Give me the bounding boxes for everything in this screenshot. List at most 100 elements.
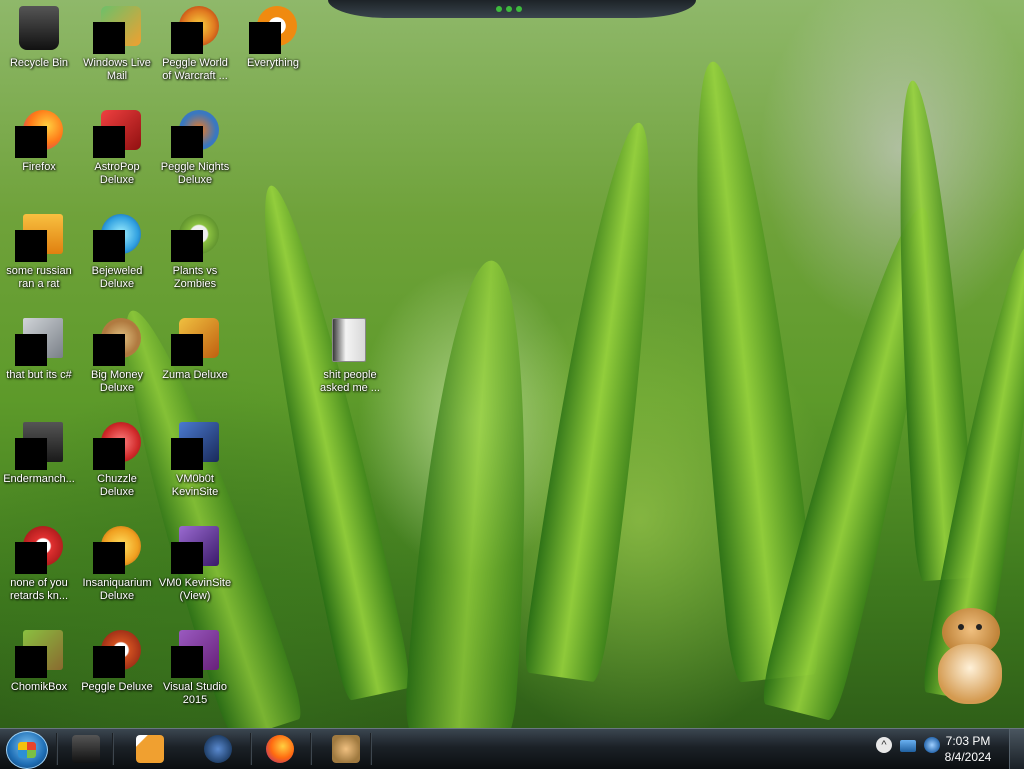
show-hidden-icons-chevron-icon[interactable]: ^ [876, 737, 892, 753]
desktop-icon-label: Plants vs Zombies [172, 265, 218, 290]
media-player-icon [136, 735, 164, 763]
taskbar-button-globe-app[interactable] [198, 731, 238, 767]
recycle-bin-icon [15, 6, 63, 54]
desktop-icon-big-money[interactable]: Big Money Deluxe [79, 312, 155, 412]
desktop-icon-label: some russian ran a rat [6, 265, 72, 290]
wallpaper-leaf [521, 117, 679, 683]
desktop-wallpaper: Recycle Bin Windows Live Mail Peggle Wor… [0, 0, 1024, 728]
desktop-icon-zuma[interactable]: Zuma Deluxe [157, 312, 233, 412]
desktop-icon-insaniquarium[interactable]: Insaniquarium Deluxe [79, 520, 155, 620]
astropop-icon [93, 110, 141, 158]
vs-view-icon [171, 526, 219, 574]
desktop-icon-everything[interactable]: Everything [235, 0, 311, 100]
taskbar-separator [112, 733, 114, 765]
desktop-icon-pvz[interactable]: Plants vs Zombies [157, 208, 233, 308]
desktop-icon-bejeweled[interactable]: Bejeweled Deluxe [79, 208, 155, 308]
chuzzle-icon [93, 422, 141, 470]
desktop-icon-label: Zuma Deluxe [162, 369, 228, 381]
desktop-icon-label: Windows Live Mail [83, 57, 151, 82]
show-desktop-button[interactable] [1009, 729, 1024, 769]
mail-icon [93, 6, 141, 54]
stacked-files-icon [15, 318, 63, 366]
desktop-icon-label: Big Money Deluxe [91, 369, 143, 394]
desktop-icon-label: Chuzzle Deluxe [97, 473, 137, 498]
desktop-icon-label: Endermanch... [3, 473, 75, 485]
firefox-icon [266, 735, 294, 763]
desktop-icon-windows-live-mail[interactable]: Windows Live Mail [79, 0, 155, 100]
desktop-icon-label: Peggle World of Warcraft ... [162, 57, 228, 82]
hamster-mascot[interactable] [930, 600, 1010, 708]
desktop-icon-label: Bejeweled Deluxe [91, 265, 143, 290]
desktop-icon-chuzzle[interactable]: Chuzzle Deluxe [79, 416, 155, 516]
taskbar-button-file-explorer[interactable] [66, 731, 106, 767]
desktop-icon-label: Insaniquarium Deluxe [82, 577, 152, 602]
peggle-nights-icon [171, 110, 219, 158]
everything-search-icon [249, 6, 297, 54]
desktop-icon-label: VM0 KevinSite (View) [158, 577, 232, 602]
insaniquarium-icon [93, 526, 141, 574]
globe-icon [204, 735, 232, 763]
desktop-icon-label: that but its c# [6, 369, 72, 381]
desktop-icon-visual-studio-2015[interactable]: Visual Studio 2015 [157, 624, 233, 724]
desktop-icon-label: VM0b0t KevinSite [171, 473, 219, 498]
gadget-dot [506, 6, 512, 12]
desktop-icon-label: none of you retards kn... [9, 577, 69, 602]
desktop-icon-label: Firefox [22, 161, 56, 173]
desktop-icon-label: shit people asked me ... [320, 369, 380, 394]
taskbar-button-media-player[interactable] [130, 731, 170, 767]
clock-time: 7:03 PM [945, 734, 991, 748]
desktop-icon-label: Visual Studio 2015 [162, 681, 227, 706]
big-money-icon [93, 318, 141, 366]
desktop-icon-that-but-its-csharp[interactable]: that but its c# [1, 312, 77, 412]
taskbar-separator [250, 733, 252, 765]
desktop-icon-chomikbox[interactable]: ChomikBox [1, 624, 77, 724]
taskbar: ^ 7:03 PM 8/4/2024 [0, 728, 1024, 769]
notification-area: ^ [876, 737, 940, 753]
desktop-icon-endermanch[interactable]: Endermanch... [1, 416, 77, 516]
clock-date: 8/4/2024 [944, 750, 992, 764]
desktop-icon-label: Peggle Deluxe [81, 681, 153, 693]
zuma-icon [171, 318, 219, 366]
desktop-icon-vm0-kevinsite-view[interactable]: VM0 KevinSite (View) [157, 520, 233, 620]
taskbar-button-chomikbox[interactable] [326, 731, 366, 767]
vm-site-icon [171, 422, 219, 470]
desktop-icon-peggle-nights[interactable]: Peggle Nights Deluxe [157, 104, 233, 204]
desktop-icon-label: Recycle Bin [9, 57, 69, 69]
peggle-deluxe-icon [93, 630, 141, 678]
desktop-icon-peggle-wow[interactable]: Peggle World of Warcraft ... [157, 0, 233, 100]
chomikbox-icon [15, 630, 63, 678]
java-archive-icon [15, 214, 63, 262]
red-app-icon [15, 526, 63, 574]
gadget-dot [496, 6, 502, 12]
taskbar-separator [310, 733, 312, 765]
desktop-icon-label: ChomikBox [10, 681, 68, 693]
desktop-icon-label: Everything [247, 57, 299, 69]
top-gadget-bar [328, 0, 696, 18]
desktop-icon-vm0b0t-kevinsite[interactable]: VM0b0t KevinSite [157, 416, 233, 516]
desktop-icon-firefox[interactable]: Firefox [1, 104, 77, 204]
desktop-icon-none-of-you[interactable]: none of you retards kn... [1, 520, 77, 620]
visual-studio-icon [171, 630, 219, 678]
desktop-icon-recycle-bin[interactable]: Recycle Bin [1, 0, 77, 100]
windows-start-orb-icon[interactable] [6, 731, 48, 769]
terminal-icon [15, 422, 63, 470]
desktop-icon-label: AstroPop Deluxe [94, 161, 140, 186]
bejeweled-icon [93, 214, 141, 262]
desktop-icon-peggle-deluxe[interactable]: Peggle Deluxe [79, 624, 155, 724]
desktop-icon-some-russian[interactable]: some russian ran a rat [1, 208, 77, 308]
taskbar-button-firefox[interactable] [260, 731, 300, 767]
desktop-icon-label: Peggle Nights Deluxe [160, 161, 230, 186]
pvz-icon [171, 214, 219, 262]
firefox-icon [15, 110, 63, 158]
desktop-icon-astropop[interactable]: AstroPop Deluxe [79, 104, 155, 204]
taskbar-separator [370, 733, 372, 765]
network-icon[interactable] [900, 740, 916, 752]
system-clock[interactable]: 7:03 PM 8/4/2024 [936, 733, 1000, 765]
hamster-icon [332, 735, 360, 763]
taskbar-separator [56, 733, 58, 765]
folder-icon [326, 318, 374, 366]
gadget-dot [516, 6, 522, 12]
peggle-wow-icon [171, 6, 219, 54]
explorer-icon [72, 735, 100, 763]
desktop-icon-folder[interactable]: shit people asked me ... [312, 312, 388, 412]
